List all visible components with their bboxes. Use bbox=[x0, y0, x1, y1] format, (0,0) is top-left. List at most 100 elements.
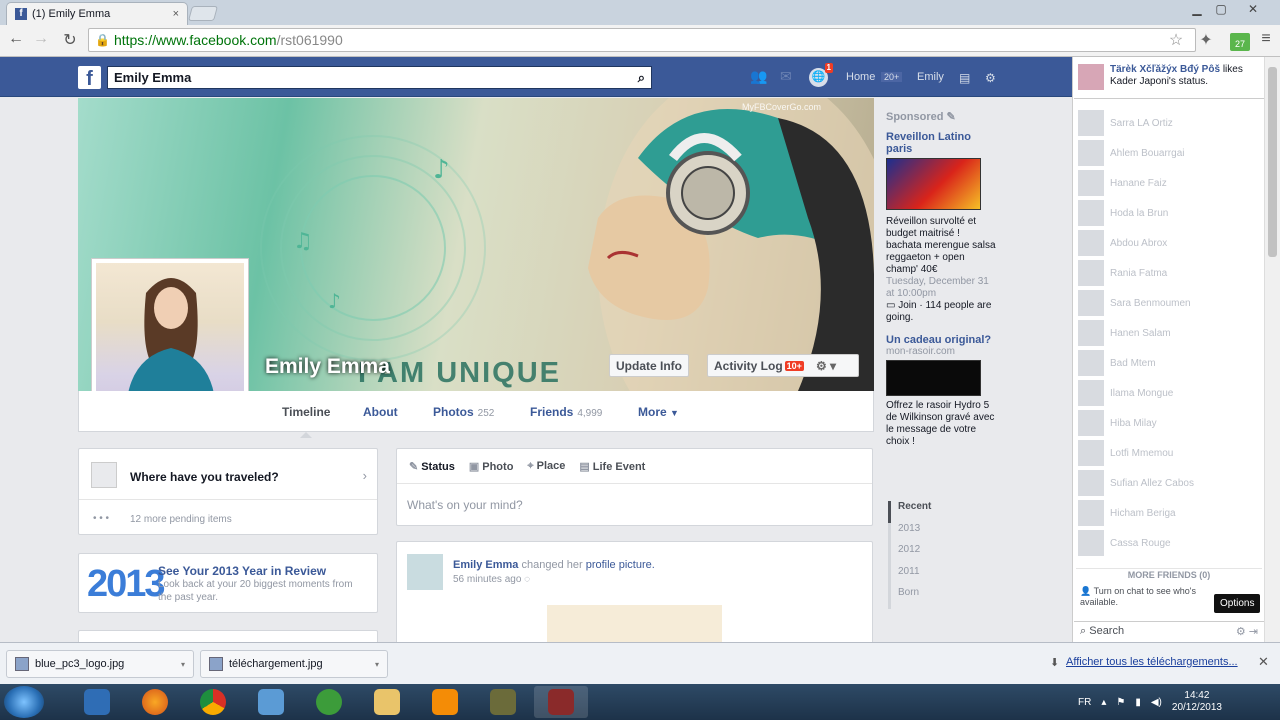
back-icon[interactable]: ← bbox=[6, 30, 26, 48]
download-item[interactable]: blue_pc3_logo.jpg ▾ bbox=[6, 650, 194, 678]
chat-friend[interactable]: Hoda la Brun bbox=[1078, 198, 1258, 228]
chat-options-gear-icon[interactable]: ⚙ ⇥ bbox=[1236, 625, 1258, 639]
story-object-link[interactable]: profile picture. bbox=[586, 559, 655, 571]
chat-friend[interactable]: Hicham Beriga bbox=[1078, 498, 1258, 528]
bookmark-star-icon[interactable]: ☆ bbox=[1166, 30, 1186, 50]
clock[interactable]: 14:42 20/12/2013 bbox=[1172, 690, 1222, 714]
page-scrollbar[interactable] bbox=[1264, 57, 1280, 642]
tab-more[interactable]: More ▼ bbox=[638, 405, 679, 419]
window-close-icon[interactable]: ✕ bbox=[1244, 2, 1262, 16]
new-tab-button[interactable] bbox=[187, 6, 219, 21]
ad1-image[interactable] bbox=[886, 158, 981, 210]
story-time[interactable]: 56 minutes ago ◌ bbox=[453, 574, 530, 585]
menu-icon[interactable]: ≡ bbox=[1256, 30, 1276, 48]
home-link[interactable]: Home bbox=[846, 71, 875, 83]
notifications-icon[interactable]: 🌐 1 bbox=[809, 63, 833, 87]
forward-icon[interactable]: → bbox=[31, 30, 51, 48]
messages-icon[interactable]: ✉ bbox=[780, 68, 792, 85]
chat-friend[interactable]: Hanen Salam bbox=[1078, 318, 1258, 348]
tab-about[interactable]: About bbox=[363, 405, 398, 419]
close-downloads-icon[interactable]: ✕ bbox=[1258, 654, 1269, 670]
window-maximize-icon[interactable]: ▢ bbox=[1212, 2, 1230, 16]
year-2011[interactable]: 2011 bbox=[891, 566, 988, 588]
taskbar-app-icon[interactable] bbox=[476, 686, 530, 718]
year-2013[interactable]: 2013 bbox=[891, 523, 988, 545]
desktop-app-icon[interactable] bbox=[244, 686, 298, 718]
flag-notification-icon[interactable]: ⚑ bbox=[1116, 697, 1125, 708]
composer-tab-photo[interactable]: ▣ Photo bbox=[469, 460, 514, 473]
year-2012[interactable]: 2012 bbox=[891, 544, 988, 566]
status-input[interactable]: What's on your mind? bbox=[397, 483, 872, 526]
chat-search-input[interactable]: ⌕ Search ⚙ ⇥ bbox=[1074, 621, 1264, 642]
gear-dropdown-icon[interactable]: ⚙ ▾ bbox=[816, 359, 836, 373]
composer-tab-place[interactable]: ⌖ Place bbox=[527, 460, 565, 473]
chat-friend[interactable]: Cassa Rouge bbox=[1078, 528, 1258, 558]
chat-friend[interactable]: Ahlem Bouarrgai bbox=[1078, 138, 1258, 168]
volume-icon[interactable]: ◀) bbox=[1151, 697, 1162, 708]
chat-friend[interactable]: Sufian Allez Cabos bbox=[1078, 468, 1258, 498]
privacy-shortcuts-icon[interactable]: ▤ bbox=[959, 71, 970, 85]
ad1-join[interactable]: ▭ Join · 114 people are going. bbox=[886, 300, 998, 324]
update-info-button[interactable]: Update Info bbox=[609, 354, 689, 377]
extension-badge-icon[interactable]: 27 bbox=[1230, 33, 1250, 51]
friend-requests-icon[interactable]: 👥 bbox=[750, 68, 767, 85]
story-author[interactable]: Emily Emma bbox=[453, 559, 518, 571]
start-button[interactable] bbox=[4, 686, 44, 718]
tray-chevron-icon[interactable]: ▴ bbox=[1101, 697, 1106, 708]
facebook-logo[interactable]: f bbox=[78, 66, 101, 90]
network-icon[interactable]: ▮ bbox=[1135, 697, 1141, 708]
taskbar-app-icon[interactable] bbox=[534, 686, 588, 718]
folder-icon[interactable] bbox=[360, 686, 414, 718]
address-bar[interactable]: 🔒 https://www.facebook.com/rst061990 bbox=[88, 28, 1196, 52]
ticker-name[interactable]: Tärèk Xčľǎžýx Bđý Pôš bbox=[1110, 64, 1220, 75]
year-born[interactable]: Born bbox=[891, 587, 988, 609]
chat-friend[interactable]: Lotfi Mmemou bbox=[1078, 438, 1258, 468]
travel-prompt-card[interactable]: Where have you traveled? › • • • 12 more… bbox=[78, 448, 378, 535]
taskbar-app-icon[interactable] bbox=[70, 686, 124, 718]
tab-friends[interactable]: Friends 4,999 bbox=[530, 405, 602, 419]
activity-log-button[interactable]: Activity Log 10+ ⚙ ▾ bbox=[707, 354, 859, 377]
chrome-icon[interactable] bbox=[186, 686, 240, 718]
show-all-downloads-link[interactable]: Afficher tous les téléchargements... bbox=[1066, 656, 1238, 668]
composer-tab-status[interactable]: ✎ Status bbox=[409, 460, 455, 473]
year-in-review-card[interactable]: 2013 See Your 2013 Year in Review Look b… bbox=[78, 553, 378, 613]
sponsored-header[interactable]: Sponsored ✎ bbox=[886, 110, 998, 123]
profile-name[interactable]: Emily Emma bbox=[265, 355, 390, 379]
settings-gear-icon[interactable]: ⚙ bbox=[985, 71, 996, 85]
browser-tab[interactable]: f (1) Emily Emma × bbox=[6, 2, 188, 25]
extension-icon[interactable]: ✦ bbox=[1196, 30, 1216, 50]
ticker-item[interactable]: Tärèk Xčľǎžýx Bđý Pôš likes Kader Japoni… bbox=[1078, 64, 1260, 90]
turn-on-chat-link[interactable]: 👤 Turn on chat to see who's available. bbox=[1080, 586, 1220, 608]
chat-friend[interactable]: Bad Mtem bbox=[1078, 348, 1258, 378]
tab-timeline[interactable]: Timeline bbox=[282, 405, 330, 419]
composer-tab-life-event[interactable]: ▤ Life Event bbox=[579, 460, 645, 473]
utorrent-icon[interactable] bbox=[302, 686, 356, 718]
year-recent[interactable]: Recent bbox=[888, 501, 988, 523]
chevron-right-icon[interactable]: › bbox=[363, 468, 367, 483]
window-minimize-icon[interactable]: ▁ bbox=[1188, 2, 1206, 16]
scrollbar-thumb[interactable] bbox=[1268, 67, 1277, 257]
chat-friend[interactable]: Hanane Faiz bbox=[1078, 168, 1258, 198]
ad2-image[interactable] bbox=[886, 360, 981, 396]
media-player-icon[interactable] bbox=[418, 686, 472, 718]
chat-friend[interactable]: Abdou Abrox bbox=[1078, 228, 1258, 258]
reload-icon[interactable]: ↻ bbox=[60, 30, 80, 50]
ad1-title[interactable]: Reveillon Latino paris bbox=[886, 131, 998, 155]
search-icon[interactable]: ⌕ bbox=[638, 70, 645, 85]
story-avatar[interactable] bbox=[407, 554, 443, 590]
search-input[interactable]: Emily Emma ⌕ bbox=[107, 66, 652, 89]
pending-items-link[interactable]: 12 more pending items bbox=[130, 514, 232, 525]
tab-photos[interactable]: Photos 252 bbox=[433, 405, 494, 419]
ad2-title[interactable]: Un cadeau original? bbox=[886, 334, 998, 346]
chat-friend[interactable]: Sarra LA Ortiz bbox=[1078, 108, 1258, 138]
firefox-icon[interactable] bbox=[128, 686, 182, 718]
chat-friend[interactable]: Rania Fatma bbox=[1078, 258, 1258, 288]
download-menu-icon[interactable]: ▾ bbox=[375, 660, 379, 669]
download-menu-icon[interactable]: ▾ bbox=[181, 660, 185, 669]
download-item[interactable]: téléchargement.jpg ▾ bbox=[200, 650, 388, 678]
language-indicator[interactable]: FR bbox=[1078, 697, 1091, 708]
chat-friend[interactable]: Ilama Mongue bbox=[1078, 378, 1258, 408]
profile-link[interactable]: Emily bbox=[917, 71, 944, 83]
chat-friend[interactable]: Hiba Milay bbox=[1078, 408, 1258, 438]
year-review-title[interactable]: See Your 2013 Year in Review bbox=[158, 564, 326, 578]
